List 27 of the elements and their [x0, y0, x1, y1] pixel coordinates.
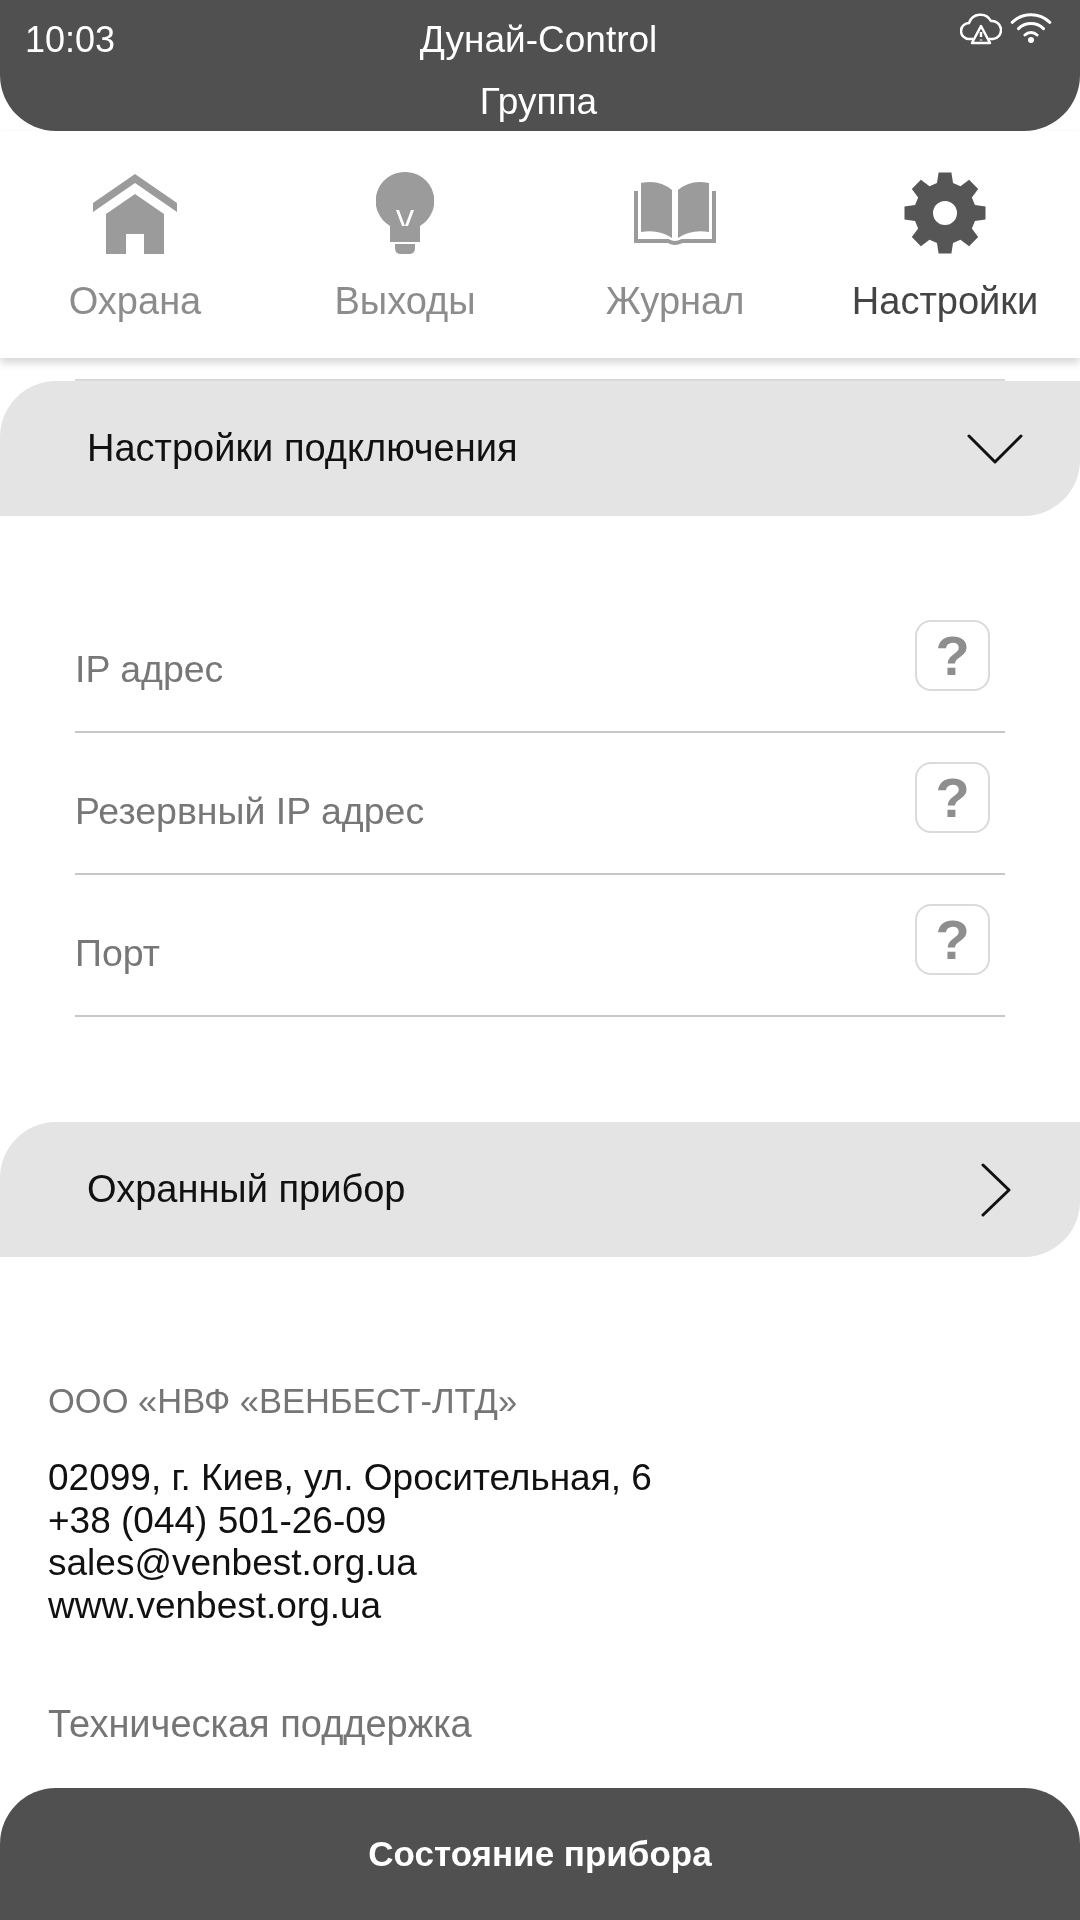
status-time: 10:03	[25, 18, 116, 62]
email-address: sales@venbest.org.ua	[48, 1542, 417, 1585]
home-icon	[93, 172, 177, 254]
group-name: Группа	[479, 80, 598, 124]
wifi-icon	[1010, 10, 1052, 44]
website-address: www.venbest.org.ua	[48, 1584, 382, 1627]
cloud-warning-icon	[960, 10, 1002, 46]
lightbulb-icon	[376, 172, 434, 254]
help-button[interactable]: ?	[915, 762, 990, 833]
section-header[interactable]: Настройки подключения	[0, 381, 1080, 516]
support-heading: Техническая поддержка	[48, 1702, 472, 1746]
phone-number: +38 (044) 501-26-09	[48, 1499, 387, 1542]
chevron-down-icon	[967, 433, 1023, 464]
device-status-button[interactable]: Состояние прибора	[0, 1788, 1080, 1920]
tab[interactable]: Настройки	[810, 131, 1080, 358]
help-button[interactable]: ?	[915, 620, 990, 691]
tab[interactable]: Охрана	[0, 131, 270, 358]
chevron-right-icon	[981, 1162, 1011, 1217]
tab[interactable]: Выходы	[270, 131, 540, 358]
section-header[interactable]: Охранный прибор	[0, 1122, 1080, 1257]
app-title: Дунай-Control	[419, 18, 658, 62]
help-button[interactable]: ?	[915, 904, 990, 975]
company-name: ООО «НВФ «ВЕНБЕСТ-ЛТД»	[48, 1381, 518, 1421]
gear-icon	[904, 172, 986, 254]
address-text: 02099, г. Киев, ул. Оросительная, 6	[48, 1457, 652, 1500]
tab[interactable]: Журнал	[540, 131, 810, 358]
book-icon	[634, 181, 716, 245]
